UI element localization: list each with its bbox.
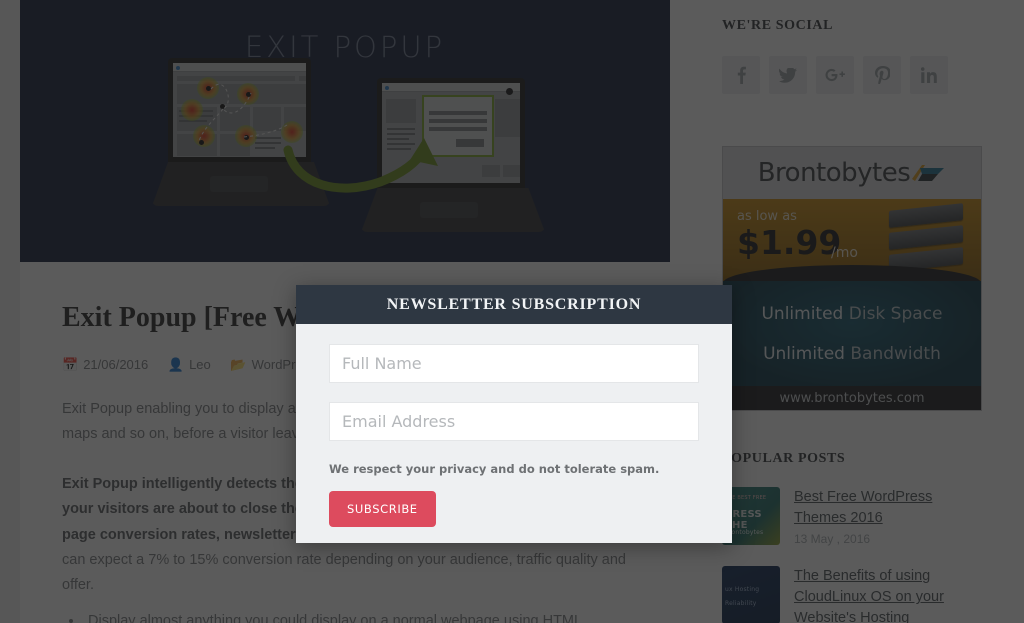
- newsletter-modal: NEWSLETTER SUBSCRIPTION We respect your …: [296, 285, 732, 543]
- modal-header: NEWSLETTER SUBSCRIPTION: [296, 285, 732, 324]
- subscribe-button[interactable]: SUBSCRIBE: [329, 491, 436, 527]
- modal-title: NEWSLETTER SUBSCRIPTION: [386, 295, 642, 313]
- full-name-input[interactable]: [329, 344, 699, 383]
- page-root: EXIT POPUP: [0, 0, 1024, 623]
- privacy-note: We respect your privacy and do not toler…: [329, 462, 660, 476]
- modal-body: We respect your privacy and do not toler…: [296, 324, 732, 527]
- email-input[interactable]: [329, 402, 699, 441]
